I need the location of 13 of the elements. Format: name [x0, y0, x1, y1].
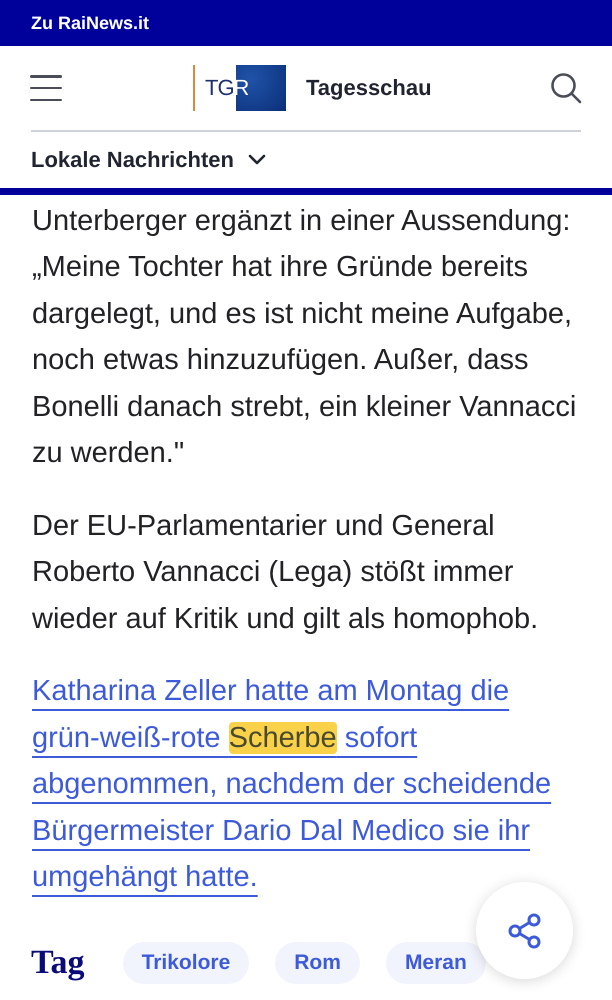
tag-chip[interactable]: Trikolore — [122, 942, 250, 984]
site-title: Tagesschau — [306, 77, 432, 99]
tag-chip[interactable]: Meran — [386, 942, 486, 984]
article-paragraph: Unterberger ergänzt in einer Aussendung: „Meine Tochter hat ihre Gründe bereits dargelegt, und es ist nicht meine Aufgabe, noch etwas hinzuzufügen. Außer, dass Bonelli danach strebt, ein kleiner Vannacci zu werden." — [32, 204, 578, 471]
tag-chip[interactable]: Rom — [275, 942, 360, 984]
menu-icon[interactable] — [30, 75, 62, 101]
article-link[interactable]: Katharina Zeller hatte am Montag die grün-weiß-rote Scherbe sofort abgenommen, nachdem der scheidende Bürgermeister Dario Dal Medico sie ihr umgehängt hatte. — [32, 668, 580, 900]
article-paragraph: Der EU-Parlamentarier und General Roberto Vannacci (Lega) stößt immer wieder auf Kritik und gilt als homophob. — [32, 508, 540, 636]
share-icon — [508, 912, 542, 948]
tag-heading: Tag — [31, 946, 85, 980]
section-menu-button[interactable]: Lokale Nachrichten — [31, 148, 266, 170]
rainews-link[interactable]: Zu RaiNews.it — [31, 14, 150, 32]
search-icon[interactable] — [550, 72, 582, 104]
